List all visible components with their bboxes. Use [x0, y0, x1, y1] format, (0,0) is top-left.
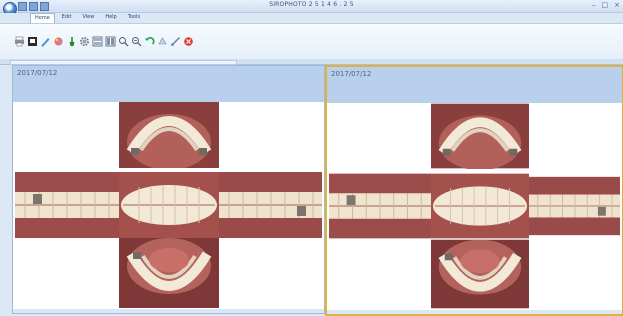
menu-bar: Home Edit View Help Tools: [0, 13, 623, 23]
lower-occlusal-photo[interactable]: [119, 238, 219, 308]
menu-tab-edit[interactable]: Edit: [58, 13, 76, 22]
panel-header-left: [13, 66, 324, 102]
right-buccal-photo[interactable]: [329, 173, 431, 239]
ruler-icon[interactable]: [170, 35, 181, 47]
ribbon-status-strip: [0, 59, 623, 65]
panel-footer-left: [13, 309, 324, 313]
menu-tab-view[interactable]: View: [78, 13, 98, 22]
rotate-icon[interactable]: [157, 35, 168, 47]
export-icon[interactable]: [27, 35, 38, 47]
layout-icon[interactable]: [92, 35, 103, 47]
right-comparison-panel[interactable]: 2017/07/12: [325, 65, 623, 316]
undo-icon[interactable]: [144, 35, 155, 47]
window-controls: – □ ×: [592, 1, 620, 9]
window-title: SIROPHOTO 2 5 1 4 6 . 2 5: [269, 1, 354, 8]
frontal-photo[interactable]: [119, 172, 219, 238]
maximize-icon[interactable]: □: [602, 1, 609, 9]
title-bar: SIROPHOTO 2 5 1 4 6 . 2 5 – □ ×: [0, 0, 623, 16]
capture-date-left: 2017/07/12: [17, 69, 58, 77]
menu-tab-help[interactable]: Help: [101, 13, 120, 22]
color-icon[interactable]: [53, 35, 64, 47]
zoom-out-icon[interactable]: [131, 35, 142, 47]
gear-icon[interactable]: [79, 35, 90, 47]
right-buccal-photo[interactable]: [15, 172, 119, 238]
menu-tab-home[interactable]: Home: [30, 13, 55, 23]
menu-tab-tools[interactable]: Tools: [124, 13, 144, 22]
print-icon[interactable]: [14, 35, 25, 47]
capture-date-right: 2017/07/12: [331, 70, 372, 78]
close-window-icon[interactable]: ×: [614, 1, 620, 9]
left-buccal-photo[interactable]: [529, 173, 620, 239]
upper-occlusal-photo[interactable]: [119, 102, 219, 168]
frontal-photo[interactable]: [431, 173, 529, 239]
minimize-icon[interactable]: –: [592, 1, 596, 9]
left-buccal-photo[interactable]: [219, 172, 322, 238]
lower-occlusal-photo[interactable]: [431, 239, 529, 309]
left-comparison-panel[interactable]: 2017/07/12: [12, 65, 325, 314]
panel-footer-right: [327, 310, 622, 314]
upper-occlusal-photo[interactable]: [431, 103, 529, 169]
zoom-in-icon[interactable]: [118, 35, 129, 47]
close-red-icon[interactable]: [183, 35, 194, 47]
compare-icon[interactable]: [105, 35, 116, 47]
brush-icon[interactable]: [66, 35, 77, 47]
pen-icon[interactable]: [40, 35, 51, 47]
